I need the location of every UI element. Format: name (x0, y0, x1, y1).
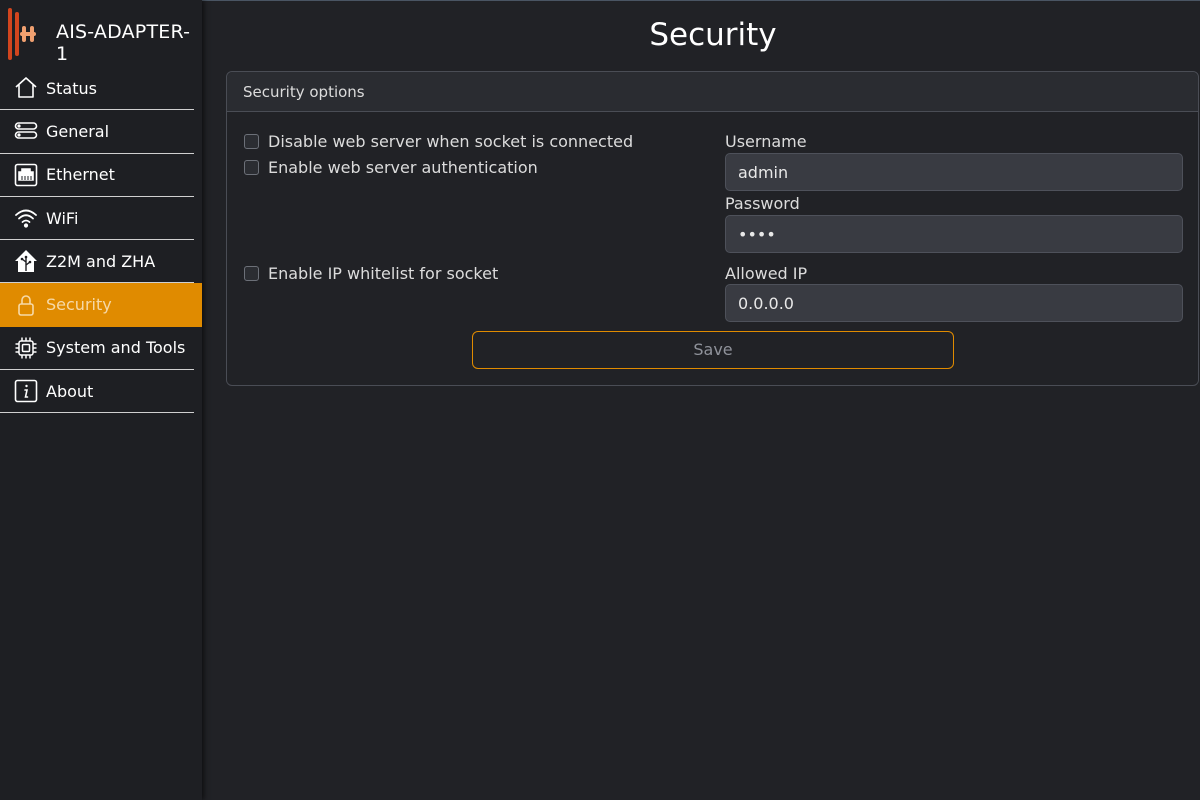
sidebar-item-security[interactable]: Security (0, 283, 202, 327)
home-assistant-icon (13, 248, 39, 274)
sidebar-item-label: Security (46, 295, 112, 315)
enable-auth-checkbox[interactable] (244, 160, 259, 175)
option-label: Disable web server when socket is connec… (268, 132, 634, 151)
password-label: Password (725, 194, 800, 213)
info-icon (13, 378, 39, 404)
username-label: Username (725, 132, 807, 151)
sidebar-item-label: WiFi (46, 208, 79, 228)
allowed-ip-field[interactable]: 0.0.0.0 (725, 284, 1183, 322)
enable-auth-option[interactable]: Enable web server authentication (244, 158, 538, 177)
sidebar-item-label: Ethernet (46, 165, 115, 185)
disable-web-server-checkbox[interactable] (244, 134, 259, 149)
disable-web-server-option[interactable]: Disable web server when socket is connec… (244, 132, 633, 151)
sidebar-item-system-tools[interactable]: System and Tools (0, 327, 194, 371)
option-label: Enable web server authentication (268, 158, 538, 177)
logo-icon (8, 8, 36, 60)
brand[interactable]: AIS-ADAPTER-1 (0, 0, 202, 66)
username-field[interactable]: admin (725, 153, 1183, 191)
lock-icon (13, 292, 39, 318)
ip-whitelist-option[interactable]: Enable IP whitelist for socket (244, 264, 498, 283)
server-icon (13, 118, 39, 144)
sidebar: AIS-ADAPTER-1 Status General Ethernet Wi… (0, 0, 202, 800)
sidebar-item-status[interactable]: Status (0, 67, 194, 111)
app-title: AIS-ADAPTER-1 (56, 21, 191, 65)
password-field[interactable]: •••• (725, 215, 1183, 253)
sidebar-item-ethernet[interactable]: Ethernet (0, 154, 194, 197)
ip-whitelist-checkbox[interactable] (244, 266, 259, 281)
sidebar-item-about[interactable]: About (0, 370, 194, 414)
home-icon (13, 75, 39, 101)
sidebar-item-label: Status (46, 78, 97, 98)
card-header: Security options (227, 72, 1198, 112)
ethernet-icon (13, 162, 39, 188)
sidebar-nav: Status General Ethernet WiFi Z2M and ZHA… (0, 67, 202, 414)
sidebar-item-label: General (46, 121, 110, 141)
sidebar-item-label: System and Tools (46, 338, 186, 358)
option-label: Enable IP whitelist for socket (268, 264, 499, 283)
page-title: Security (649, 17, 777, 53)
sidebar-item-label: Z2M and ZHA (46, 251, 156, 271)
sidebar-item-z2m-zha[interactable]: Z2M and ZHA (0, 240, 194, 284)
cpu-icon (13, 335, 39, 361)
sidebar-item-general[interactable]: General (0, 110, 194, 154)
wifi-icon (13, 205, 39, 231)
sidebar-item-label: About (46, 381, 94, 401)
allowed-ip-label: Allowed IP (725, 264, 808, 283)
sidebar-item-wifi[interactable]: WiFi (0, 197, 194, 241)
save-button[interactable]: Save (472, 331, 954, 369)
security-options-card: Security options Disable web server when… (226, 71, 1199, 386)
